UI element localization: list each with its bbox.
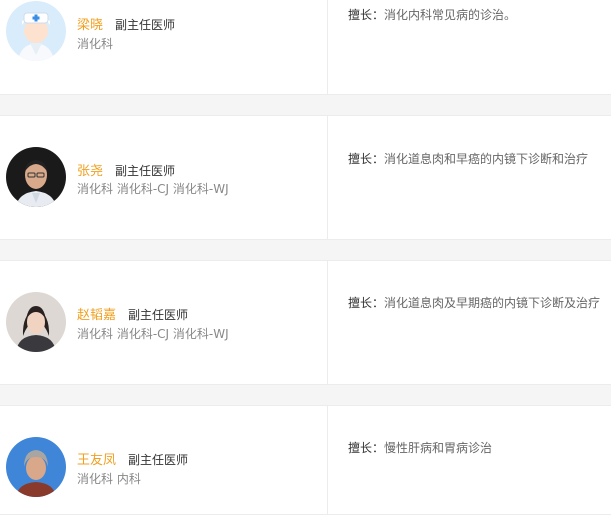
specialty-text: 慢性肝病和胃病诊治 (384, 441, 493, 455)
doctor-title: 副主任医师 (115, 18, 176, 32)
doctor-departments: 消化科 内科 (77, 472, 141, 486)
doctor-card[interactable]: 赵韬嘉 副主任医师 消化科 消化科-CJ 消化科-WJ 擅长：消化道息肉及早期癌的… (0, 260, 611, 385)
doctor-photo-avatar (6, 292, 66, 352)
doctor-specialty: 擅长：慢性肝病和胃病诊治 (348, 439, 492, 456)
doctor-name[interactable]: 王友凤 (77, 453, 116, 468)
doctor-title: 副主任医师 (115, 164, 176, 178)
specialty-label: 擅长： (348, 8, 385, 22)
specialty-text: 消化道息肉及早期癌的内镜下诊断及治疗 (384, 296, 601, 310)
specialty-text: 消化道息肉和早癌的内镜下诊断和治疗 (384, 152, 589, 166)
doctor-name-row: 赵韬嘉 副主任医师 (77, 304, 188, 323)
doctor-name[interactable]: 赵韬嘉 (77, 308, 116, 323)
doctor-departments: 消化科 消化科-CJ 消化科-WJ (77, 182, 229, 196)
doctor-card[interactable]: 梁晓 副主任医师 消化科 擅长：消化内科常见病的诊治。 (0, 0, 611, 95)
doctor-info: 梁晓 副主任医师 消化科 (0, 0, 328, 94)
specialty-label: 擅长： (348, 441, 385, 455)
doctor-title: 副主任医师 (128, 453, 189, 467)
doctor-info: 王友凤 副主任医师 消化科 内科 (0, 406, 328, 514)
doctor-photo-avatar (6, 437, 66, 497)
specialty-text: 消化内科常见病的诊治。 (384, 8, 517, 22)
doctor-departments: 消化科 (77, 37, 114, 51)
doctor-card[interactable]: 王友凤 副主任医师 消化科 内科 擅长：慢性肝病和胃病诊治 (0, 405, 611, 515)
doctor-name-row: 王友凤 副主任医师 (77, 449, 188, 468)
doctor-name-row: 张尧 副主任医师 (77, 160, 175, 179)
doctor-card[interactable]: 张尧 副主任医师 消化科 消化科-CJ 消化科-WJ 擅长：消化道息肉和早癌的内镜… (0, 115, 611, 240)
nurse-cartoon-avatar-icon (6, 1, 66, 61)
doctor-info: 赵韬嘉 副主任医师 消化科 消化科-CJ 消化科-WJ (0, 261, 328, 384)
doctor-info: 张尧 副主任医师 消化科 消化科-CJ 消化科-WJ (0, 116, 328, 239)
doctor-title: 副主任医师 (128, 308, 189, 322)
doctor-departments: 消化科 消化科-CJ 消化科-WJ (77, 327, 229, 341)
specialty-label: 擅长： (348, 152, 385, 166)
specialty-label: 擅长： (348, 296, 385, 310)
doctor-specialty: 擅长：消化道息肉和早癌的内镜下诊断和治疗 (348, 150, 588, 167)
doctor-specialty: 擅长：消化道息肉及早期癌的内镜下诊断及治疗 (348, 294, 600, 311)
doctor-name[interactable]: 梁晓 (77, 18, 103, 33)
doctor-specialty: 擅长：消化内科常见病的诊治。 (348, 6, 516, 23)
doctor-name[interactable]: 张尧 (77, 164, 103, 179)
doctor-photo-avatar (6, 147, 66, 207)
doctor-name-row: 梁晓 副主任医师 (77, 14, 175, 33)
